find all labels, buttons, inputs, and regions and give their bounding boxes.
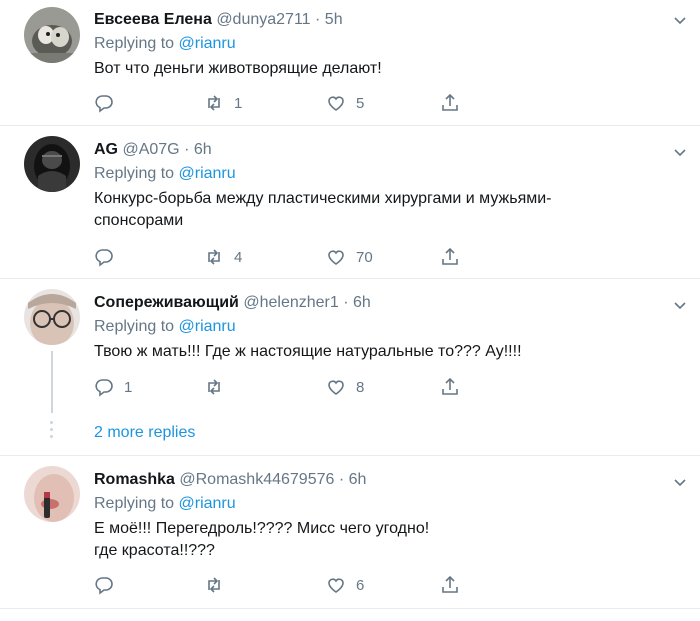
more-replies-link[interactable]: 2 more replies bbox=[94, 424, 195, 442]
reply-icon bbox=[95, 95, 113, 113]
retweet-icon bbox=[208, 379, 220, 395]
tweet-text-line: Вот что деньги животворящие делают! bbox=[94, 60, 382, 77]
replying-to-label: Replying to bbox=[94, 318, 175, 335]
reply-tweet[interactable]: Romashka @Romashk44679576 · 6h Replying … bbox=[0, 456, 700, 609]
tweet-text-line: спонсорами bbox=[94, 212, 184, 229]
retweet-button[interactable]: 1 bbox=[204, 91, 242, 115]
chevron-down-icon[interactable] bbox=[672, 297, 688, 313]
retweet-count: 4 bbox=[234, 248, 243, 266]
like-button[interactable]: 5 bbox=[326, 91, 364, 115]
like-button[interactable]: 6 bbox=[326, 573, 364, 597]
share-button[interactable] bbox=[440, 91, 460, 115]
avatar[interactable] bbox=[24, 289, 80, 345]
user-handle[interactable]: @helenzher1 bbox=[243, 294, 338, 311]
tweet-text-line: Е моё!!! Перегедроль!???? Мисс чего угод… bbox=[94, 520, 430, 537]
like-count: 5 bbox=[356, 94, 365, 112]
timestamp[interactable]: 6h bbox=[194, 141, 212, 158]
display-name[interactable]: Romashka bbox=[94, 471, 175, 488]
timestamp[interactable]: 5h bbox=[325, 11, 343, 28]
heart-icon bbox=[328, 96, 344, 111]
avatar[interactable] bbox=[24, 7, 80, 63]
like-count: 8 bbox=[356, 378, 365, 396]
reply-icon bbox=[95, 379, 113, 397]
mention-link[interactable]: @rianru bbox=[179, 165, 236, 182]
separator: · bbox=[343, 294, 349, 311]
retweet-button[interactable]: 4 bbox=[204, 245, 242, 269]
like-button[interactable]: 8 bbox=[326, 375, 364, 399]
chevron-down-icon[interactable] bbox=[672, 474, 688, 490]
replying-to-label: Replying to bbox=[94, 35, 175, 52]
like-button[interactable]: 70 bbox=[326, 245, 373, 269]
share-icon bbox=[442, 247, 458, 265]
tweet-text: Конкурс-борьба между пластическими хирур… bbox=[94, 188, 660, 232]
reply-tweet[interactable]: Сопереживающий @helenzher1 · 6h Replying… bbox=[0, 279, 700, 456]
reply-count: 1 bbox=[124, 378, 133, 396]
user-handle[interactable]: @dunya2711 bbox=[216, 11, 310, 28]
tweet-text-line: где красота!!??? bbox=[94, 542, 215, 559]
replying-to-label: Replying to bbox=[94, 165, 175, 182]
heart-icon bbox=[328, 380, 344, 395]
retweet-icon bbox=[208, 249, 220, 265]
chevron-down-icon[interactable] bbox=[672, 12, 688, 28]
tweet-text: Е моё!!! Перегедроль!???? Мисс чего угод… bbox=[94, 518, 660, 562]
tweet-text: Твою ж мать!!! Где ж настоящие натуральн… bbox=[94, 341, 660, 363]
reply-button[interactable]: 1 bbox=[94, 375, 132, 399]
thread-line bbox=[51, 351, 53, 413]
display-name[interactable]: Сопереживающий bbox=[94, 294, 239, 311]
thread-dots bbox=[50, 421, 54, 442]
timestamp[interactable]: 6h bbox=[349, 471, 367, 488]
reply-tweet[interactable]: AG @A07G · 6h Replying to @rianru Конкур… bbox=[0, 126, 700, 279]
retweet-icon bbox=[208, 95, 220, 111]
avatar[interactable] bbox=[24, 466, 80, 522]
share-icon bbox=[442, 93, 458, 111]
avatar[interactable] bbox=[24, 136, 80, 192]
mention-link[interactable]: @rianru bbox=[179, 318, 236, 335]
share-icon bbox=[442, 377, 458, 395]
tweet-text: Вот что деньги животворящие делают! bbox=[94, 58, 660, 80]
share-icon bbox=[442, 575, 458, 593]
reply-button[interactable] bbox=[94, 91, 124, 115]
retweet-count: 1 bbox=[234, 94, 243, 112]
chevron-down-icon[interactable] bbox=[672, 144, 688, 160]
retweet-icon bbox=[208, 577, 220, 593]
like-count: 6 bbox=[356, 576, 365, 594]
reply-icon bbox=[95, 577, 113, 595]
reply-tweet[interactable]: Евсеева Елена @dunya2711 · 5h Replying t… bbox=[0, 0, 700, 126]
heart-icon bbox=[328, 578, 344, 593]
share-button[interactable] bbox=[440, 245, 460, 269]
timestamp[interactable]: 6h bbox=[353, 294, 371, 311]
user-handle[interactable]: @Romashk44679576 bbox=[179, 471, 334, 488]
like-count: 70 bbox=[356, 248, 373, 266]
display-name[interactable]: AG bbox=[94, 141, 118, 158]
replying-to-label: Replying to bbox=[94, 495, 175, 512]
retweet-button[interactable] bbox=[204, 375, 234, 399]
share-button[interactable] bbox=[440, 573, 460, 597]
mention-link[interactable]: @rianru bbox=[179, 495, 236, 512]
tweet-text-line: Конкурс-борьба между пластическими хирур… bbox=[94, 190, 552, 207]
tweet-text-line: Твою ж мать!!! Где ж настоящие натуральн… bbox=[94, 343, 522, 360]
separator: · bbox=[338, 471, 345, 488]
mention-link[interactable]: @rianru bbox=[179, 35, 236, 52]
display-name[interactable]: Евсеева Елена bbox=[94, 11, 212, 28]
heart-icon bbox=[328, 250, 344, 265]
share-button[interactable] bbox=[440, 375, 460, 399]
user-handle[interactable]: @A07G bbox=[122, 141, 179, 158]
reply-button[interactable] bbox=[94, 245, 124, 269]
reply-icon bbox=[95, 249, 113, 267]
reply-button[interactable] bbox=[94, 573, 124, 597]
retweet-button[interactable] bbox=[204, 573, 234, 597]
separator: · bbox=[315, 11, 321, 28]
separator: · bbox=[184, 141, 190, 158]
